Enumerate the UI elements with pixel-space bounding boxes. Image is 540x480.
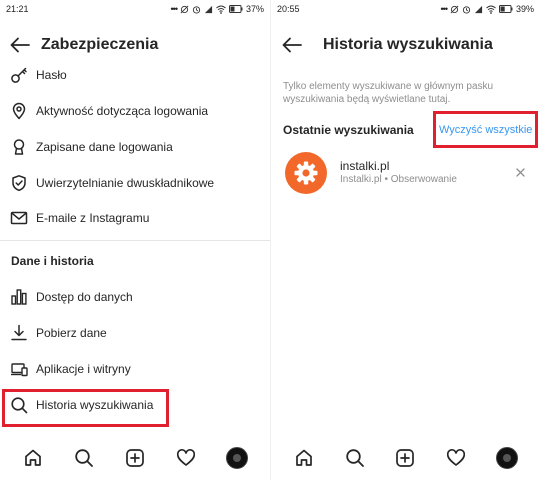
heart-icon	[447, 449, 466, 466]
gear-icon	[294, 161, 318, 185]
search-result-item[interactable]: instalki.pl Instalki.pl • Obserwowanie	[271, 152, 540, 196]
arrow-left-icon	[282, 37, 302, 53]
menu-item-label: Dostęp do danych	[36, 290, 133, 304]
profile-avatar	[225, 447, 248, 469]
menu-item-emails[interactable]: E-maile z Instagramu	[0, 200, 270, 236]
bottom-nav	[271, 436, 540, 480]
page-title: Historia wyszukiwania	[323, 36, 493, 53]
dnd-off-icon	[450, 5, 459, 13]
nav-profile-button[interactable]	[492, 443, 522, 473]
result-subtitle: Instalki.pl • Obserwowanie	[340, 174, 457, 185]
menu-item-label: Aplikacje i witryny	[36, 362, 131, 376]
menu-item-download-data[interactable]: Pobierz dane	[0, 315, 270, 351]
battery-level: 39%	[515, 4, 534, 14]
arrow-left-icon	[10, 37, 30, 53]
menu-item-apps-websites[interactable]: Aplikacje i witryny	[0, 351, 270, 387]
nav-profile-button[interactable]	[222, 443, 252, 473]
mail-icon	[0, 209, 36, 227]
menu-item-label: E-maile z Instagramu	[36, 211, 150, 225]
back-button[interactable]	[271, 24, 313, 66]
status-bar: 20:55 ••• 39%	[271, 0, 540, 18]
menu-item-data-access[interactable]: Dostęp do danych	[0, 279, 270, 315]
menu-item-label: Zapisane dane logowania	[36, 140, 173, 154]
heart-icon	[176, 449, 195, 466]
menu-item-label: Hasło	[36, 68, 67, 82]
wifi-icon	[216, 5, 226, 14]
new-post-icon	[396, 449, 415, 467]
key-icon	[0, 66, 36, 84]
info-text: Tylko elementy wyszukiwane w głównym pas…	[283, 81, 494, 105]
menu-item-label: Aktywność dotycząca logowania	[36, 104, 209, 118]
highlight-box	[433, 111, 538, 148]
more-dots-icon: •••	[440, 4, 449, 14]
result-name: instalki.pl	[340, 159, 390, 173]
menu-item-password[interactable]: Hasło	[0, 57, 270, 93]
keyhole-icon	[0, 138, 36, 156]
section-title: Dane i historia	[11, 254, 94, 268]
nav-new-post-button[interactable]	[390, 443, 420, 473]
dnd-off-icon	[180, 5, 189, 13]
nav-activity-button[interactable]	[171, 443, 201, 473]
nav-search-button[interactable]	[340, 443, 370, 473]
bottom-nav	[0, 436, 270, 480]
devices-icon	[0, 360, 36, 378]
alarm-icon	[462, 5, 471, 14]
page-title: Zabezpieczenia	[41, 36, 159, 53]
download-icon	[0, 324, 36, 342]
home-icon	[296, 449, 313, 466]
nav-search-button[interactable]	[69, 443, 99, 473]
signal-icon	[204, 5, 213, 13]
battery-level: 37%	[245, 4, 264, 14]
nav-activity-button[interactable]	[441, 443, 471, 473]
bar-chart-icon	[0, 288, 36, 306]
menu-item-login-activity[interactable]: Aktywność dotycząca logowania	[0, 93, 270, 129]
search-history-screen: 20:55 ••• 39% Historia wyszukiwania Tylk…	[270, 0, 540, 480]
nav-home-button[interactable]	[18, 443, 48, 473]
nav-new-post-button[interactable]	[120, 443, 150, 473]
highlight-box	[2, 389, 169, 427]
search-icon	[75, 449, 94, 467]
recent-searches-heading: Ostatnie wyszukiwania	[283, 123, 414, 137]
home-icon	[25, 449, 42, 466]
search-icon	[346, 449, 364, 467]
status-time: 20:55	[277, 4, 300, 14]
nav-home-button[interactable]	[289, 443, 319, 473]
menu-item-label: Pobierz dane	[36, 326, 107, 340]
shield-check-icon	[0, 174, 36, 192]
close-icon	[515, 167, 525, 177]
wifi-icon	[486, 5, 496, 14]
battery-icon	[498, 5, 513, 13]
status-bar: 21:21 ••• 37%	[0, 0, 270, 18]
instalki-logo	[285, 152, 327, 194]
location-pin-icon	[0, 102, 36, 120]
remove-result-button[interactable]	[512, 164, 528, 180]
menu-item-label: Uwierzytelnianie dwuskładnikowe	[36, 176, 215, 190]
security-settings-screen: 21:21 ••• 37% Zabezpieczenia Hasło Aktyw…	[0, 0, 270, 480]
divider	[0, 240, 270, 241]
status-time: 21:21	[6, 4, 29, 14]
signal-icon	[474, 5, 483, 13]
menu-item-two-factor[interactable]: Uwierzytelnianie dwuskładnikowe	[0, 165, 270, 201]
new-post-icon	[126, 449, 144, 467]
more-dots-icon: •••	[170, 4, 179, 14]
alarm-icon	[192, 5, 201, 14]
battery-icon	[228, 5, 243, 13]
app-header: Historia wyszukiwania	[271, 24, 540, 66]
profile-avatar	[495, 447, 518, 469]
menu-item-saved-login[interactable]: Zapisane dane logowania	[0, 129, 270, 165]
